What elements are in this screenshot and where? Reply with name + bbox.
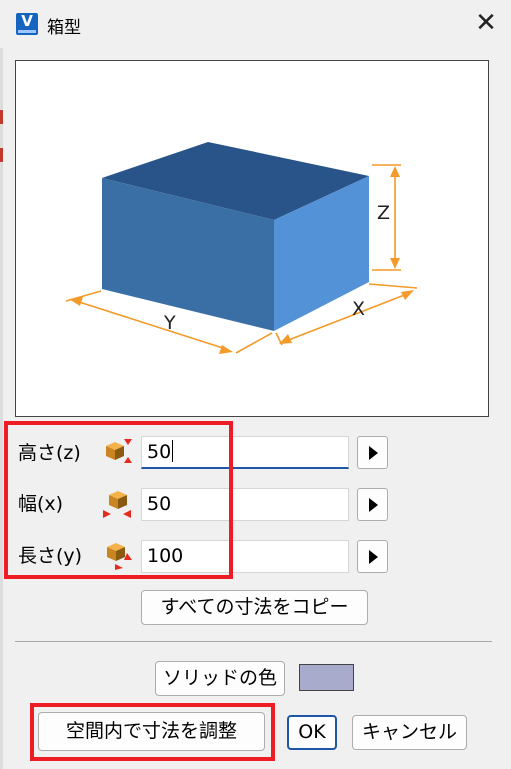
title-bar: V 箱型 ✕ — [0, 0, 511, 48]
y-axis-label: Y — [163, 312, 176, 334]
triangle-right-icon — [369, 498, 378, 512]
app-logo-icon: V — [16, 12, 38, 35]
close-button[interactable]: ✕ — [470, 8, 502, 40]
solid-color-swatch[interactable] — [299, 664, 354, 691]
separator — [15, 641, 492, 642]
cancel-button[interactable]: キャンセル — [352, 715, 467, 750]
copy-all-dimensions-button[interactable]: すべての寸法をコピー — [141, 590, 368, 625]
triangle-right-icon — [369, 446, 378, 460]
triangle-right-icon — [369, 550, 378, 564]
box-shape-dialog: V 箱型 ✕ Z X Y 高さ(z) 50 幅(x) 50 長さ(y) 100 … — [0, 0, 511, 769]
background-window-mark — [0, 148, 3, 162]
length-expand-button[interactable] — [357, 540, 388, 573]
height-expand-button[interactable] — [357, 436, 388, 469]
solid-color-button[interactable]: ソリッドの色 — [155, 661, 285, 696]
window-title: 箱型 — [47, 18, 81, 38]
dimension-fields-highlight — [4, 421, 233, 579]
width-expand-button[interactable] — [357, 488, 388, 521]
shape-preview: Z X Y — [15, 60, 489, 417]
background-window-edge — [0, 0, 3, 769]
ok-button[interactable]: OK — [287, 715, 337, 750]
background-window-mark — [0, 110, 3, 124]
z-axis-label: Z — [377, 202, 390, 224]
x-axis-label: X — [352, 298, 365, 320]
box-diagram: Z X Y — [65, 142, 418, 354]
adjust-button-highlight — [30, 703, 275, 761]
